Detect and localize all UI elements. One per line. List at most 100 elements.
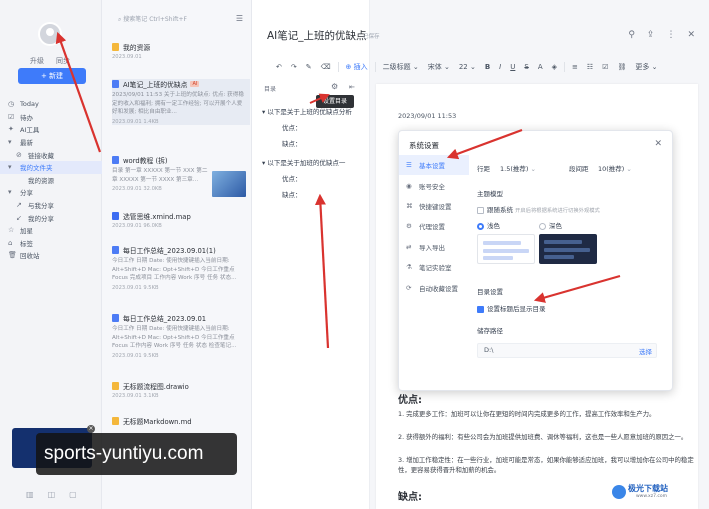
avatar[interactable] bbox=[38, 22, 62, 46]
checkbox-icon[interactable]: ☑ bbox=[600, 63, 610, 71]
outline-subitem[interactable]: 缺点： bbox=[282, 138, 302, 148]
settings-tab-label: 基本设置 bbox=[419, 162, 445, 171]
close-icon[interactable]: ✕ bbox=[654, 139, 662, 149]
pros-paragraph: 3. 增加工作稳定性：在一些行业，加班可能是常态，如果你能够适应加班，我可以增加… bbox=[398, 456, 694, 475]
new-note-button[interactable]: + 新建 bbox=[18, 68, 86, 84]
sort-menu-icon[interactable]: ☰ bbox=[236, 14, 243, 23]
nav-item[interactable]: ▾ 最新 bbox=[0, 136, 102, 149]
list-item[interactable]: 每日工作总结_2023.09.01(1) 今日工作 日期 Date: 使用快捷键插… bbox=[112, 245, 250, 291]
calendar-icon[interactable]: ▥ bbox=[26, 490, 34, 499]
follow-system-checkbox[interactable] bbox=[477, 206, 484, 214]
para-spacing-select[interactable]: 10(推荐) bbox=[598, 163, 648, 175]
strikethrough-icon[interactable]: S bbox=[522, 63, 530, 71]
nav-item[interactable]: ☑ 待办 bbox=[0, 111, 102, 124]
insert-button[interactable]: ⊕ 插入 bbox=[344, 62, 370, 72]
theme-light-option[interactable]: 浅色 bbox=[477, 220, 500, 230]
fullscreen-icon[interactable]: ✕ bbox=[687, 30, 695, 40]
document-title[interactable]: AI笔记_上班的优缺点 bbox=[267, 28, 367, 43]
theme-dark-option[interactable]: 深色 bbox=[539, 220, 562, 230]
format-painter-icon[interactable]: ✎ bbox=[304, 63, 314, 71]
note-title-text: 我的资源 bbox=[123, 44, 151, 52]
follow-system-option[interactable]: 跟随系统 开启后将根据系统进行切换外观模式 bbox=[477, 204, 600, 214]
theme-light-preview[interactable] bbox=[477, 234, 535, 264]
list-item[interactable]: 无标题流程图.drawio 2023.09.01 3.1KB bbox=[112, 381, 250, 399]
list-item[interactable]: word教程 (拆) 目录 第一章 XXXXX 第一节 XXX 第二章 XXXXX… bbox=[112, 155, 250, 197]
list-item[interactable]: 我的资源 2023.09.01 bbox=[112, 42, 250, 60]
mindmap-icon bbox=[112, 212, 119, 220]
ai-badge: AI bbox=[190, 81, 200, 87]
pros-paragraph: 1. 完成更多工作：加班可以让你在更短的时间内完成更多的工作，提高工作效率和生产… bbox=[398, 410, 656, 418]
bold-icon[interactable]: B bbox=[483, 63, 492, 71]
font-color-icon[interactable]: A bbox=[536, 63, 545, 71]
nav-item[interactable]: ↗ 与我分享 bbox=[0, 199, 102, 212]
settings-tab[interactable]: ◉ 账号安全 bbox=[399, 175, 469, 195]
outline-subitem[interactable]: 优点： bbox=[282, 173, 302, 183]
note-title: 每日工作总结_2023.09.01(1) bbox=[112, 245, 250, 255]
settings-tab[interactable]: ⚙ 代理设置 bbox=[399, 216, 469, 236]
sync-button[interactable]: 同步 bbox=[56, 56, 70, 66]
note-snippet: 目录 第一章 XXXXX 第一节 XXX 第二章 XXXXX 第一节 XXXX … bbox=[112, 168, 208, 183]
upgrade-link[interactable]: 升级 bbox=[30, 56, 44, 66]
list-item[interactable]: 每日工作总结_2023.09.01 今日工作 日期 Date: 使用快捷键插入当前… bbox=[112, 313, 250, 359]
window-icon[interactable]: ▢ bbox=[69, 490, 77, 499]
storage-path-field[interactable]: D:\ bbox=[477, 343, 657, 358]
link-icon[interactable]: ⛓ bbox=[615, 63, 628, 71]
note-date: 2023/09/01 11:53 bbox=[398, 112, 457, 120]
collapse-outline-icon[interactable]: ⇤ bbox=[349, 83, 355, 91]
nav-item[interactable]: ⌂ 标签 bbox=[0, 237, 102, 250]
pin-icon[interactable]: ⚲ bbox=[628, 30, 635, 40]
settings-tab[interactable]: ⟳ 自动收藏设置 bbox=[399, 277, 469, 297]
outline-heading[interactable]: ▾ 以下是关于加班的优缺点一 bbox=[262, 157, 345, 167]
browse-button[interactable]: 选择 bbox=[639, 346, 652, 356]
nav-item-label: 回收站 bbox=[20, 252, 40, 261]
highlight-icon[interactable]: ◈ bbox=[550, 63, 559, 71]
outline-settings-icon[interactable]: ⚙ bbox=[331, 82, 338, 91]
heading-select[interactable]: 二级标题 ⌄ bbox=[381, 62, 421, 72]
redo-icon[interactable]: ↷ bbox=[289, 63, 299, 71]
align-icon[interactable]: ≡ bbox=[570, 63, 580, 71]
toc-checkbox[interactable] bbox=[477, 305, 484, 313]
settings-tab[interactable]: ☰ 基本设置 bbox=[399, 155, 469, 176]
italic-icon[interactable]: I bbox=[497, 63, 503, 71]
nav-item[interactable]: ✦ AI工具 bbox=[0, 123, 102, 136]
nav-item[interactable]: ▾ 我的文件夹 bbox=[0, 160, 102, 174]
settings-tab[interactable]: ⚗ 笔记实验室 bbox=[399, 257, 469, 277]
nav-item[interactable]: 🗑 回收站 bbox=[0, 249, 102, 262]
theme-dark-preview[interactable] bbox=[539, 234, 597, 264]
settings-dialog: 系统设置 ✕ ☰ 基本设置 ◉ 账号安全 ⌘ 快捷键设置 ⚙ 代理设置 ⇄ 导入导出 ⚗ 笔记实验室 ⟳… bbox=[398, 130, 673, 391]
settings-tab[interactable]: ⌘ 快捷键设置 bbox=[399, 196, 469, 216]
nav-item[interactable]: 我的资源 bbox=[0, 174, 102, 187]
undo-icon[interactable]: ↶ bbox=[274, 63, 284, 71]
nav-item[interactable]: ☆ 加星 bbox=[0, 224, 102, 237]
nav-item[interactable]: ◷ Today bbox=[0, 98, 102, 111]
settings-tab[interactable]: ⇄ 导入导出 bbox=[399, 237, 469, 257]
note-snippet: 今日工作 日期 Date: 使用快捷键插入当前日期: Alt+Shift+D M… bbox=[112, 326, 237, 350]
more-tools-button[interactable]: 更多 ⌄ bbox=[633, 62, 659, 72]
outline-subitem[interactable]: 缺点： bbox=[282, 189, 302, 199]
outline-heading[interactable]: ▾ 以下是关于上班的优缺点分析 bbox=[262, 106, 352, 116]
line-spacing-select[interactable]: 1.5(推荐) bbox=[500, 163, 556, 175]
nav-item[interactable]: ↙ 我的分享 bbox=[0, 211, 102, 224]
more-icon[interactable]: ⋮ bbox=[666, 30, 675, 40]
theme-dark-radio[interactable] bbox=[539, 222, 546, 230]
theme-light-radio[interactable] bbox=[477, 222, 484, 230]
app-window: 升级 同步 + 新建 ◷ Today ☑ 待办 ✦ AI工具 ▾ 最新 ⊘ 链接收藏 ▾ 我的文件夹我… bbox=[0, 0, 709, 509]
list-item[interactable]: 无标题Markdown.md bbox=[112, 416, 250, 426]
note-title: word教程 (拆) bbox=[112, 155, 250, 165]
font-size-select[interactable]: 22 ⌄ bbox=[457, 63, 478, 71]
clear-format-icon[interactable]: ⌫ bbox=[319, 63, 333, 71]
toc-option[interactable]: 设置标题后显示目录 bbox=[477, 303, 546, 313]
nav-item[interactable]: ▾ 分享 bbox=[0, 186, 102, 199]
list-item[interactable]: AI笔记_上班的优缺点 AI 2023/09/01 11:53 关于上班的优缺点: … bbox=[112, 79, 250, 125]
nav-item-label: 我的资源 bbox=[28, 176, 54, 185]
underline-icon[interactable]: U bbox=[508, 63, 517, 71]
layout-icon[interactable]: ◫ bbox=[48, 490, 56, 499]
list-icon[interactable]: ☷ bbox=[585, 63, 595, 71]
close-icon[interactable]: × bbox=[87, 425, 95, 433]
nav-item[interactable]: ⊘ 链接收藏 bbox=[0, 148, 102, 161]
outline-subitem[interactable]: 优点： bbox=[282, 122, 302, 132]
share-icon[interactable]: ⇪ bbox=[647, 30, 655, 40]
search-input[interactable]: ⌕ 搜索笔记 Ctrl+Shift+F bbox=[112, 13, 230, 26]
list-item[interactable]: 选管思维.xmind.map 2023.09.01 96.0KB bbox=[112, 211, 250, 229]
font-select[interactable]: 宋体 ⌄ bbox=[426, 62, 452, 72]
